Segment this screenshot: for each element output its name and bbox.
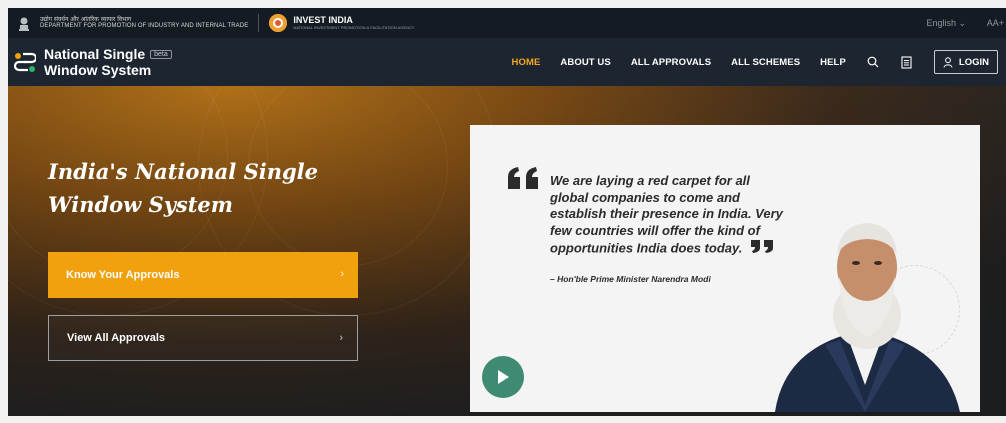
logo-title-line2: Window System [44, 62, 152, 78]
nsws-logo[interactable]: National Single beta Window System [13, 46, 172, 78]
know-your-approvals-label: Know Your Approvals [66, 269, 180, 281]
document-icon[interactable] [900, 55, 914, 69]
user-icon [943, 56, 953, 68]
hero-title: India's National Single Window System [48, 159, 319, 217]
nav-help[interactable]: HELP [820, 57, 846, 68]
login-button[interactable]: LOGIN [933, 50, 998, 74]
nav-all-schemes[interactable]: ALL SCHEMES [731, 57, 800, 68]
chevron-right-icon: › [339, 332, 343, 344]
beta-badge: beta [150, 49, 172, 59]
department-name[interactable]: उद्योग संवर्धन और आंतरिक व्यापार विभाग D… [40, 16, 249, 30]
play-icon[interactable] [482, 356, 524, 398]
invest-india-logo-icon [269, 14, 288, 32]
video-thumbnail[interactable]: We are laying a red carpet for all globa… [470, 125, 980, 412]
quote-text: We are laying a red carpet for all globa… [550, 173, 790, 257]
view-all-approvals-button[interactable]: View All Approvals › [48, 315, 358, 361]
language-select[interactable]: English ⌄ [926, 18, 966, 29]
invest-india-link[interactable]: INVEST INDIA NATIONAL INVESTMENT PROMOTI… [269, 14, 414, 32]
view-all-approvals-label: View All Approvals [67, 332, 166, 344]
logo-title-line1: National Single [44, 46, 146, 62]
nav-all-approvals[interactable]: ALL APPROVALS [631, 57, 711, 68]
national-emblem-icon [16, 14, 32, 32]
invest-india-title: INVEST INDIA [293, 15, 353, 25]
know-your-approvals-button[interactable]: Know Your Approvals › [48, 252, 358, 298]
invest-india-subtitle: NATIONAL INVESTMENT PROMOTION & FACILITA… [293, 25, 415, 30]
department-english: DEPARTMENT FOR PROMOTION OF INDUSTRY AND… [40, 23, 249, 29]
login-label: LOGIN [958, 56, 989, 68]
gov-topbar: उद्योग संवर्धन और आंतरिक व्यापार विभाग D… [8, 8, 1006, 38]
divider [258, 14, 260, 32]
chevron-right-icon: › [340, 268, 344, 280]
nav-home[interactable]: HOME [512, 57, 541, 68]
main-menu: HOME ABOUT US ALL APPROVALS ALL SCHEMES … [512, 38, 1006, 86]
speaker-portrait [755, 205, 975, 412]
main-navbar: National Single beta Window System HOME A… [8, 38, 1006, 86]
quote-body: We are laying a red carpet for all globa… [550, 173, 783, 255]
hero-banner: India's National Single Window System Kn… [8, 86, 1006, 416]
font-size-toggle[interactable]: AA+ [987, 18, 1004, 28]
search-icon[interactable] [866, 55, 880, 69]
nav-about-us[interactable]: ABOUT US [560, 57, 610, 68]
quote-open-icon [506, 167, 546, 194]
nsws-logo-icon [13, 51, 38, 73]
quote-author: – Hon'ble Prime Minister Narendra Modi [550, 274, 711, 284]
